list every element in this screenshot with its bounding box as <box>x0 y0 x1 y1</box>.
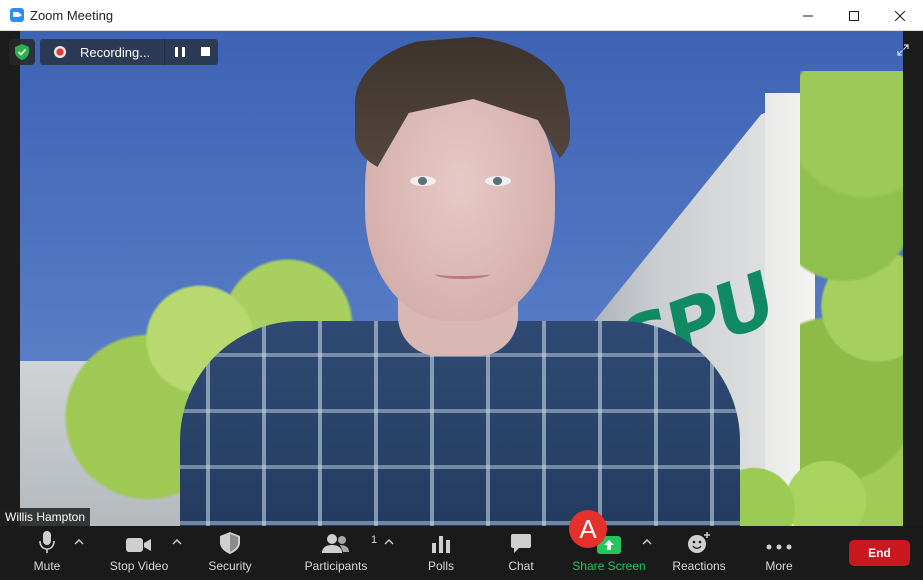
security-button[interactable]: Security <box>203 526 257 580</box>
close-window-button[interactable] <box>877 0 923 31</box>
maximize-button[interactable] <box>831 0 877 31</box>
chat-bubble-icon <box>511 534 531 553</box>
right-eye <box>485 176 511 186</box>
pause-icon-bar <box>182 47 185 57</box>
share-screen-label: Share Screen <box>572 559 646 573</box>
polls-button[interactable]: Polls <box>416 526 466 580</box>
mouth <box>435 269 490 279</box>
recording-divider <box>164 39 165 65</box>
annotation-marker: A <box>569 510 607 548</box>
chat-button[interactable]: Chat <box>496 526 546 580</box>
meeting-toolbar: Mute Stop Video Security 1 Participants … <box>0 526 923 580</box>
pause-recording-button[interactable] <box>175 47 185 57</box>
zoom-app-icon <box>10 8 24 22</box>
stop-video-label: Stop Video <box>109 559 169 573</box>
window-title: Zoom Meeting <box>30 7 114 23</box>
video-options-caret-icon[interactable] <box>172 538 182 546</box>
recording-label: Recording... <box>80 44 151 60</box>
security-label: Security <box>208 559 252 573</box>
encryption-shield-button[interactable] <box>9 39 35 65</box>
pause-icon-bar <box>175 47 178 57</box>
participants-icon <box>322 534 349 553</box>
participants-count: 1 <box>371 534 378 546</box>
chat-label: Chat <box>508 559 534 573</box>
recording-panel: Recording... <box>40 39 218 65</box>
shield-check-icon <box>15 44 29 60</box>
more-button[interactable]: More <box>756 526 802 580</box>
minimize-icon <box>803 15 813 16</box>
fullscreen-button[interactable] <box>897 43 909 61</box>
expand-icon <box>897 44 909 56</box>
tree-right <box>800 71 910 526</box>
left-eye <box>410 176 436 186</box>
share-options-caret-icon[interactable] <box>642 538 652 546</box>
more-dots-icon <box>766 544 792 550</box>
participants-label: Participants <box>304 559 368 573</box>
mute-label: Mute <box>33 559 61 573</box>
close-icon <box>895 10 905 21</box>
recording-dot-icon <box>54 46 66 58</box>
reactions-smiley-icon <box>688 532 710 553</box>
minimize-button[interactable] <box>785 0 831 31</box>
stop-video-button[interactable]: Stop Video <box>106 526 172 580</box>
title-bar: Zoom Meeting <box>0 0 923 31</box>
polls-label: Polls <box>427 559 454 573</box>
audio-options-caret-icon[interactable] <box>74 538 84 546</box>
mute-button[interactable]: Mute <box>20 526 74 580</box>
security-shield-icon <box>220 532 240 554</box>
video-camera-icon <box>126 538 151 552</box>
participants-button[interactable]: 1 Participants <box>300 526 377 580</box>
participant-video[interactable]: SPU <box>0 31 923 526</box>
window-controls <box>785 0 923 31</box>
more-label: More <box>765 559 793 573</box>
stop-recording-button[interactable] <box>201 47 210 56</box>
polls-bar-chart-icon <box>432 536 450 553</box>
video-right-border <box>903 31 923 526</box>
maximize-icon <box>849 10 859 21</box>
reactions-label: Reactions <box>672 559 726 573</box>
participants-options-caret-icon[interactable] <box>384 538 394 546</box>
video-left-border <box>0 31 20 526</box>
reactions-button[interactable]: Reactions <box>668 526 730 580</box>
end-meeting-button[interactable]: End <box>849 540 910 566</box>
participant-person <box>180 36 740 526</box>
participant-name-label: Willis Hampton <box>0 508 91 526</box>
microphone-icon <box>39 531 55 553</box>
